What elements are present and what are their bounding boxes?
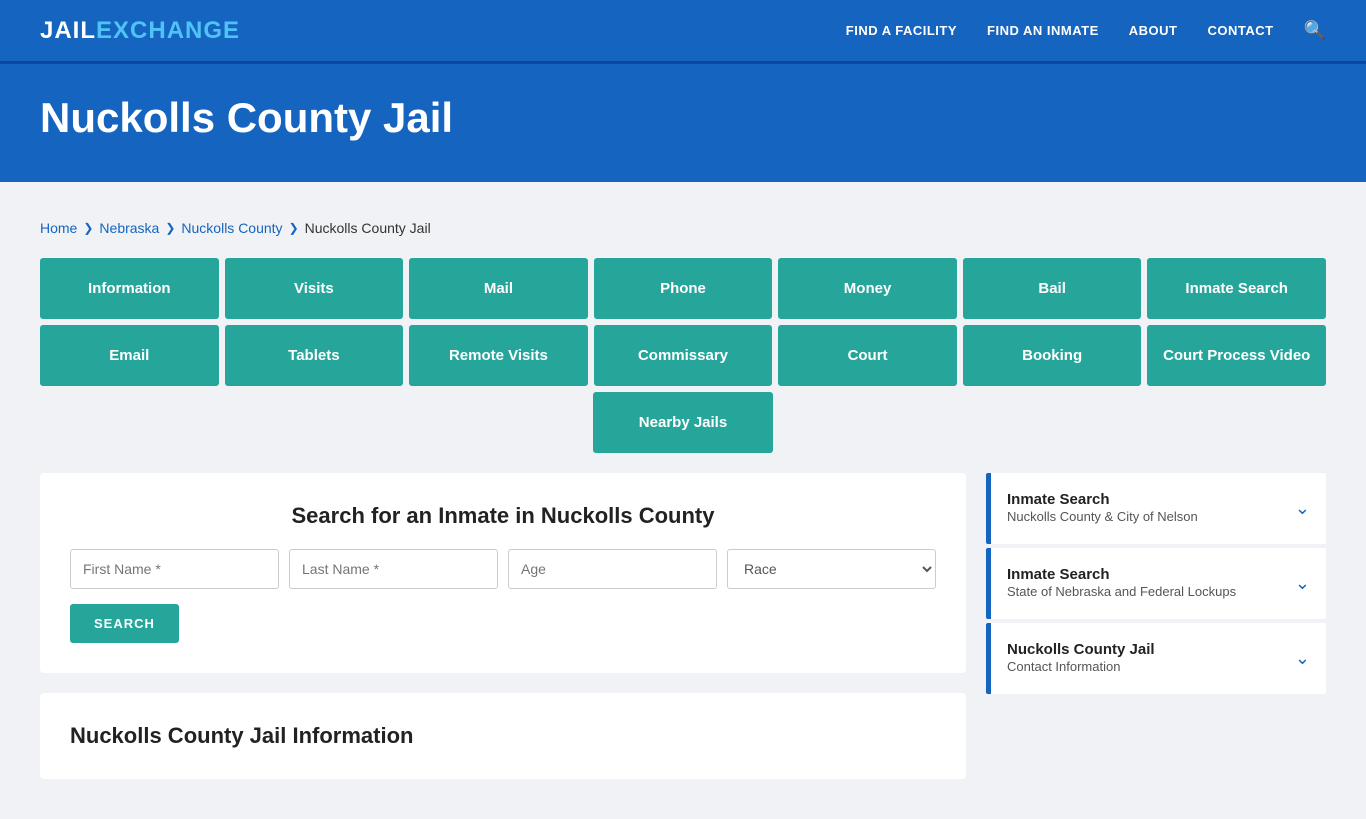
btn-money[interactable]: Money	[778, 258, 957, 319]
btn-commissary[interactable]: Commissary	[594, 325, 773, 386]
nav-contact[interactable]: CONTACT	[1207, 23, 1273, 38]
chevron-down-icon: ⌄	[1295, 648, 1310, 669]
breadcrumb-county[interactable]: Nuckolls County	[181, 220, 282, 236]
search-button[interactable]: SEARCH	[70, 604, 179, 643]
left-column: Search for an Inmate in Nuckolls County …	[40, 473, 966, 779]
jail-info-section: Nuckolls County Jail Information	[40, 693, 966, 779]
page-title: Nuckolls County Jail	[40, 94, 1326, 142]
age-input[interactable]	[508, 549, 717, 589]
sidebar-item[interactable]: Inmate Search State of Nebraska and Fede…	[986, 548, 1326, 619]
nav-about[interactable]: ABOUT	[1129, 23, 1178, 38]
main-nav: FIND A FACILITY FIND AN INMATE ABOUT CON…	[846, 20, 1326, 41]
breadcrumb-home[interactable]: Home	[40, 220, 77, 236]
btn-phone[interactable]: Phone	[594, 258, 773, 319]
grid-row-3: Nearby Jails	[40, 392, 1326, 453]
sidebar-item[interactable]: Nuckolls County Jail Contact Information…	[986, 623, 1326, 694]
site-logo[interactable]: JAILEXCHANGE	[40, 17, 240, 45]
logo-exchange: EXCHANGE	[96, 17, 240, 44]
nav-find-inmate[interactable]: FIND AN INMATE	[987, 23, 1099, 38]
inmate-search-title: Search for an Inmate in Nuckolls County	[70, 503, 936, 529]
search-icon[interactable]: 🔍	[1304, 20, 1326, 41]
sidebar-item-subtitle: State of Nebraska and Federal Lockups	[1007, 584, 1236, 599]
btn-information[interactable]: Information	[40, 258, 219, 319]
btn-remote-visits[interactable]: Remote Visits	[409, 325, 588, 386]
hero-section: Nuckolls County Jail	[0, 64, 1366, 182]
breadcrumb-sep-1: ❯	[83, 221, 93, 235]
btn-email[interactable]: Email	[40, 325, 219, 386]
breadcrumb-current: Nuckolls County Jail	[305, 220, 431, 236]
logo-jail: JAIL	[40, 17, 96, 44]
btn-inmate-search[interactable]: Inmate Search	[1147, 258, 1326, 319]
nav-find-facility[interactable]: FIND A FACILITY	[846, 23, 957, 38]
btn-visits[interactable]: Visits	[225, 258, 404, 319]
sidebar-item[interactable]: Inmate Search Nuckolls County & City of …	[986, 473, 1326, 544]
sidebar-item-text: Inmate Search Nuckolls County & City of …	[1007, 491, 1198, 526]
btn-nearby-jails[interactable]: Nearby Jails	[593, 392, 774, 453]
main-content: Search for an Inmate in Nuckolls County …	[40, 473, 1326, 779]
btn-bail[interactable]: Bail	[963, 258, 1142, 319]
last-name-input[interactable]	[289, 549, 498, 589]
grid-row-1: Information Visits Mail Phone Money Bail…	[40, 258, 1326, 319]
btn-mail[interactable]: Mail	[409, 258, 588, 319]
breadcrumb-sep-2: ❯	[165, 221, 175, 235]
sidebar-item-title: Nuckolls County Jail	[1007, 641, 1155, 658]
race-select[interactable]: RaceWhiteBlackHispanicAsianOther	[727, 549, 936, 589]
btn-court[interactable]: Court	[778, 325, 957, 386]
jail-info-title: Nuckolls County Jail Information	[70, 723, 936, 749]
chevron-down-icon: ⌄	[1295, 573, 1310, 594]
btn-court-process-video[interactable]: Court Process Video	[1147, 325, 1326, 386]
chevron-down-icon: ⌄	[1295, 498, 1310, 519]
sidebar: Inmate Search Nuckolls County & City of …	[986, 473, 1326, 698]
content-wrapper: Home ❯ Nebraska ❯ Nuckolls County ❯ Nuck…	[0, 182, 1366, 819]
grid-row-2: Email Tablets Remote Visits Commissary C…	[40, 325, 1326, 386]
sidebar-item-title: Inmate Search	[1007, 566, 1236, 583]
site-header: JAILEXCHANGE FIND A FACILITY FIND AN INM…	[0, 0, 1366, 64]
sidebar-item-text: Inmate Search State of Nebraska and Fede…	[1007, 566, 1236, 601]
breadcrumb-sep-3: ❯	[289, 221, 299, 235]
first-name-input[interactable]	[70, 549, 279, 589]
form-row-1: RaceWhiteBlackHispanicAsianOther	[70, 549, 936, 589]
breadcrumb-nebraska[interactable]: Nebraska	[99, 220, 159, 236]
inmate-search-card: Search for an Inmate in Nuckolls County …	[40, 473, 966, 673]
sidebar-item-subtitle: Nuckolls County & City of Nelson	[1007, 509, 1198, 524]
sidebar-item-subtitle: Contact Information	[1007, 659, 1120, 674]
btn-booking[interactable]: Booking	[963, 325, 1142, 386]
btn-tablets[interactable]: Tablets	[225, 325, 404, 386]
sidebar-item-text: Nuckolls County Jail Contact Information	[1007, 641, 1155, 676]
breadcrumb: Home ❯ Nebraska ❯ Nuckolls County ❯ Nuck…	[40, 202, 1326, 258]
sidebar-item-title: Inmate Search	[1007, 491, 1198, 508]
